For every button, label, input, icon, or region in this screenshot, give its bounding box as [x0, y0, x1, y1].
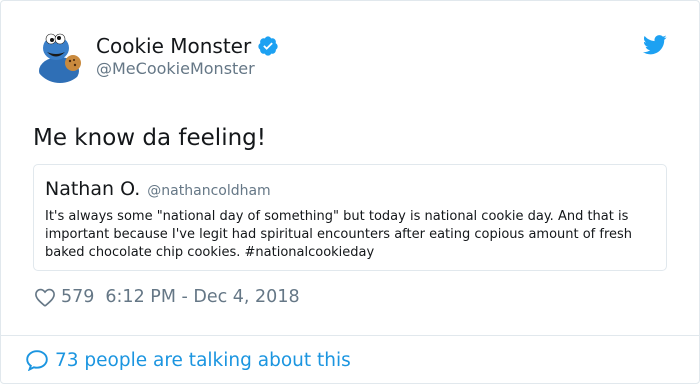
tweet-text: Me know da feeling!: [33, 125, 266, 151]
quoted-author-handle: @nathancoldham: [147, 183, 271, 199]
author-avatar[interactable]: [33, 29, 87, 83]
conversation-text: 73 people are talking about this: [55, 349, 351, 371]
speech-bubble-icon: [26, 350, 48, 371]
author-name[interactable]: Cookie Monster: [96, 33, 279, 59]
heart-icon[interactable]: [34, 287, 56, 307]
author-handle[interactable]: @MeCookieMonster: [96, 59, 255, 79]
tweet-meta: 579 6:12 PM - Dec 4, 2018: [34, 285, 300, 309]
tweet-timestamp[interactable]: 6:12 PM - Dec 4, 2018: [105, 287, 299, 307]
tweet-card: Cookie Monster @MeCookieMonster Me know …: [0, 0, 700, 384]
conversation-link[interactable]: 73 people are talking about this: [25, 347, 351, 373]
divider: [1, 335, 699, 336]
verified-badge-icon: [258, 36, 278, 56]
quoted-tweet-header: Nathan O. @nathancoldham: [45, 177, 271, 201]
quoted-tweet-text: It's always some "national day of someth…: [45, 209, 633, 260]
twitter-bird-icon[interactable]: [643, 35, 667, 55]
like-count[interactable]: 579: [61, 287, 94, 307]
quoted-tweet[interactable]: Nathan O. @nathancoldham It's always som…: [33, 164, 667, 271]
cookie-monster-avatar-icon: [33, 29, 87, 83]
quoted-author-name: Nathan O.: [45, 178, 141, 200]
author-name-text: Cookie Monster: [96, 34, 252, 58]
